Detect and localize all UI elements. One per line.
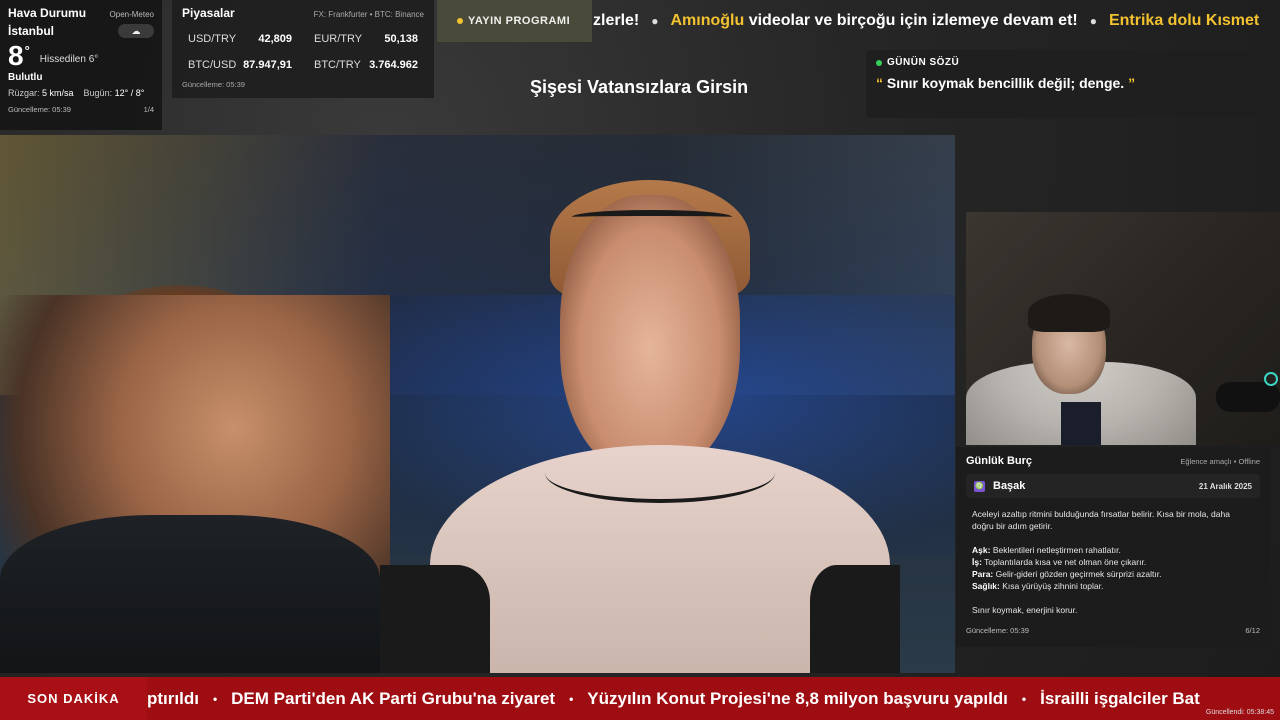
cloud-icon: ☁ — [118, 24, 154, 38]
ticker-item: zlerle! — [593, 12, 640, 29]
video-figure-woman — [560, 195, 740, 475]
webcam-feed — [966, 212, 1280, 445]
stream-title: Şişesi Vatansızlara Girsin — [530, 77, 749, 97]
close-quote-icon: ” — [1128, 75, 1136, 91]
horoscope-work: İş: Toplantılarda kısa ve net olman öne … — [972, 557, 1147, 567]
horoscope-page-indicator: 6/12 — [1245, 626, 1260, 635]
weather-source: Open-Meteo — [109, 10, 154, 19]
news-item: İsrailli işgalciler Bat — [1040, 688, 1200, 708]
microphone-icon — [1216, 382, 1280, 412]
ticker-separator-icon: ● — [1089, 14, 1097, 28]
horoscope-date: 21 Aralık 2025 — [1198, 481, 1252, 491]
horoscope-intro: Aceleyi azaltıp ritmini bulduğunda fırsa… — [972, 509, 1230, 531]
breaking-news-ticker: ptırıldı • DEM Parti'den AK Parti Grubu'… — [147, 689, 1200, 709]
horoscope-money: Para: Gelir-gideri gözden geçirmek sürpr… — [972, 569, 1162, 579]
horoscope-sign-row: ♍ Başak 21 Aralık 2025 — [966, 474, 1260, 498]
status-dot-icon — [876, 59, 882, 66]
market-item: BTC/USD 87.947,91 — [182, 52, 298, 78]
top-ticker: zlerle! ● Amınoğlu videolar ve birçoğu i… — [593, 0, 1280, 42]
market-symbol: EUR/TRY — [314, 33, 363, 45]
markets-title: Piyasalar — [182, 6, 235, 20]
program-schedule-label: YAYIN PROGRAMI — [468, 15, 571, 27]
video-figure-headband — [572, 210, 732, 224]
horoscope-closing: Sınır koymak, enerjini korur. — [972, 605, 1078, 615]
news-item: ptırıldı — [147, 688, 199, 708]
open-quote-icon: “ — [876, 75, 883, 91]
horoscope-sign: Başak — [993, 480, 1026, 492]
breaking-news-updated: Güncellendi: 05:38:45 — [1205, 709, 1274, 716]
video-figure-collar — [545, 443, 775, 503]
ticker-item: Amınoğlu videolar ve birçoğu için izleme… — [670, 12, 1078, 29]
market-item: BTC/TRY 3.764.962 — [308, 52, 424, 78]
breaking-news-bar: SON DAKİKA ptırıldı • DEM Parti'den AK P… — [0, 677, 1280, 720]
video-figure-sleeve — [810, 565, 900, 673]
virgo-icon: ♍ — [974, 480, 985, 492]
market-value: 3.764.962 — [369, 59, 418, 71]
weather-page-indicator: 1/4 — [143, 105, 154, 114]
market-value: 42,809 — [258, 33, 292, 45]
horoscope-body: Aceleyi azaltıp ritmini bulduğunda fırsa… — [966, 504, 1260, 620]
video-figure-sleeve — [380, 565, 490, 673]
video-player[interactable] — [0, 135, 955, 673]
news-separator-icon: • — [569, 691, 574, 706]
market-value: 87.947,91 — [243, 59, 292, 71]
webcam-person-hair — [1028, 294, 1110, 332]
weather-temperature: 8 — [8, 40, 24, 71]
market-item: USD/TRY 42,809 — [182, 26, 298, 52]
weather-city: İstanbul — [8, 24, 55, 38]
quote-panel: GÜNÜN SÖZÜ “ Sınır koymak bencillik deği… — [866, 50, 1280, 118]
news-item: DEM Parti'den AK Parti Grubu'na ziyaret — [231, 688, 556, 708]
live-dot-icon — [457, 18, 463, 24]
weather-temp-unit: ° — [24, 43, 30, 58]
quote-text: Sınır koymak bencillik değil; denge. — [886, 75, 1125, 91]
breaking-news-label: SON DAKİKA — [0, 677, 147, 720]
market-value: 50,138 — [384, 33, 418, 45]
webcam-person-shirt — [1061, 402, 1101, 445]
markets-panel: Piyasalar FX: Frankfurter • BTC: Binance… — [172, 0, 434, 98]
weather-panel: Hava Durumu Open-Meteo İstanbul ☁ 8 ° Hi… — [0, 0, 162, 130]
ticker-item: Entrika dolu Kısmet — [1108, 12, 1260, 29]
weather-title: Hava Durumu — [8, 6, 87, 20]
news-separator-icon: • — [212, 691, 218, 706]
quote-title: GÜNÜN SÖZÜ — [887, 57, 960, 68]
video-figure-jacket — [0, 515, 380, 673]
market-symbol: USD/TRY — [188, 33, 237, 45]
market-symbol: BTC/TRY — [314, 59, 361, 71]
weather-condition: Bulutlu — [8, 72, 43, 83]
weather-feels-like: Hissedilen 6° — [39, 54, 99, 65]
horoscope-title: Günlük Burç — [966, 455, 1033, 467]
quote-text-row: “ Sınır koymak bencillik değil; denge. ” — [876, 75, 1270, 91]
weather-updated: Güncelleme: 05:39 — [8, 105, 71, 114]
markets-source: FX: Frankfurter • BTC: Binance — [313, 10, 424, 19]
horoscope-tag: Eğlence amaçlı • Offline — [1180, 457, 1260, 466]
horoscope-health: Sağlık: Kısa yürüyüş zihnini toplar. — [972, 581, 1104, 591]
weather-today: Bugün: 12° / 8° — [83, 88, 145, 98]
horoscope-love: Aşk: Beklentileri netleştirmen rahatlatı… — [972, 545, 1121, 555]
market-symbol: BTC/USD — [188, 59, 237, 71]
horoscope-panel: Günlük Burç Eğlence amaçlı • Offline ♍ B… — [956, 447, 1270, 647]
ticker-separator-icon: ● — [651, 14, 659, 28]
program-schedule-button[interactable]: YAYIN PROGRAMI — [437, 0, 592, 42]
news-separator-icon: • — [1021, 691, 1027, 706]
microphone-ring-icon — [1264, 372, 1278, 386]
markets-updated: Güncelleme: 05:39 — [182, 80, 245, 89]
market-item: EUR/TRY 50,138 — [308, 26, 424, 52]
news-item: Yüzyılın Konut Projesi'ne 8,8 milyon baş… — [587, 688, 1008, 708]
horoscope-updated: Güncelleme: 05:39 — [966, 626, 1029, 635]
weather-wind: Rüzgar: 5 km/sa — [8, 88, 74, 98]
